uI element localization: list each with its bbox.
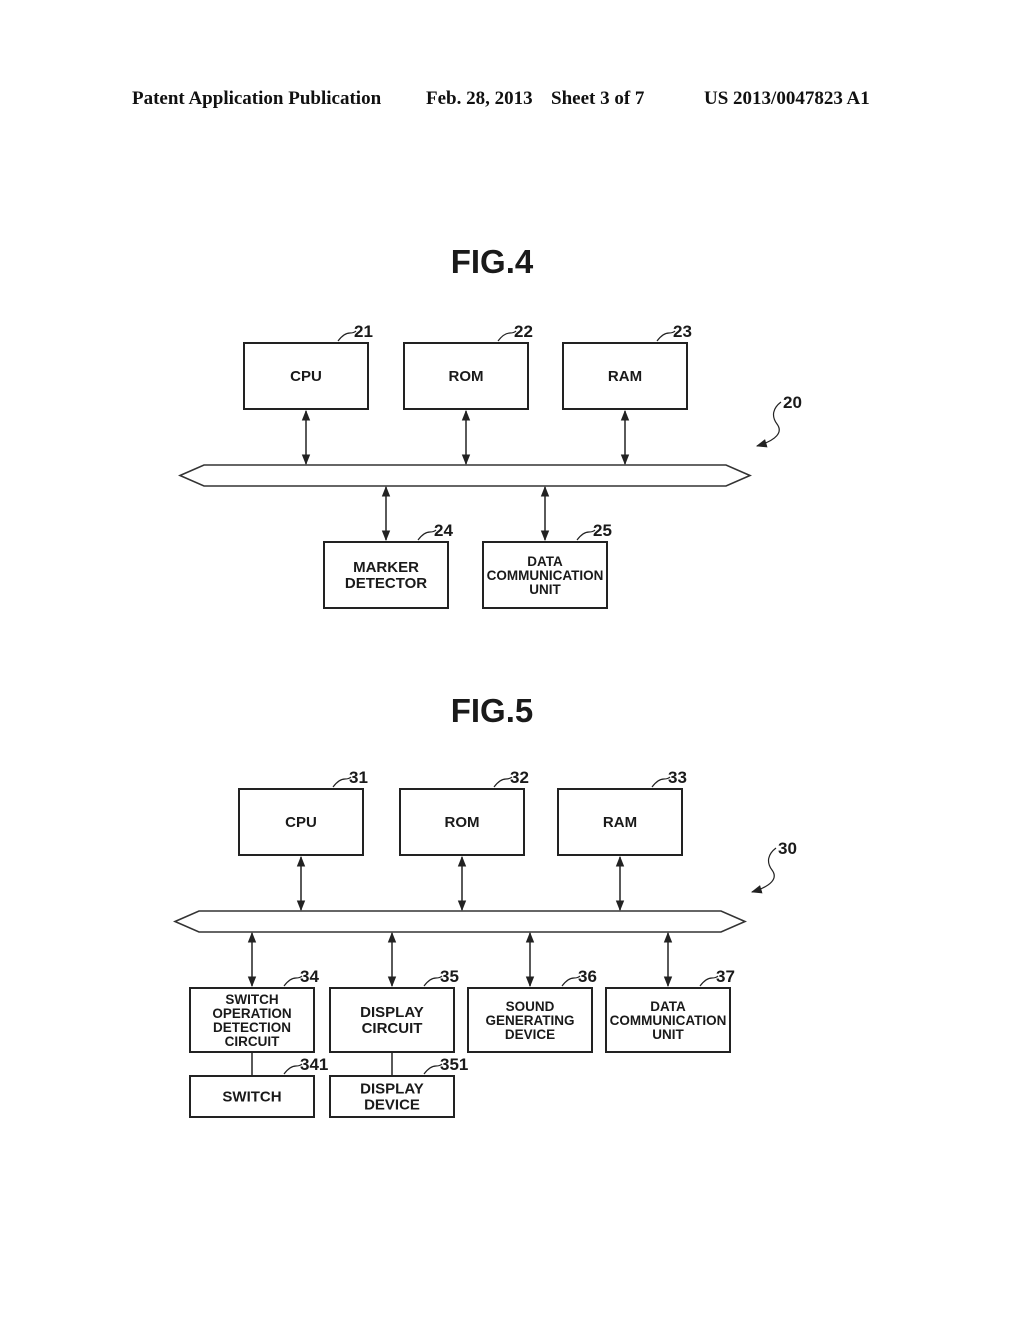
- fig5-system-ref-number: 30: [778, 839, 797, 858]
- fig4-title: FIG.4: [451, 243, 534, 280]
- fig5-block-35-ref-number: 35: [440, 967, 459, 986]
- fig5-block-rom-line: ROM: [445, 814, 480, 831]
- fig5-block-rom: ROM 32: [399, 768, 529, 856]
- fig5-block-341-line: SWITCH: [222, 1089, 281, 1106]
- fig4-block-25-line: DATA: [527, 554, 563, 569]
- fig5-block-351-ref-number: 351: [440, 1055, 468, 1074]
- fig5-block-37-ref-number: 37: [716, 967, 735, 986]
- fig5-block-34-line: CIRCUIT: [225, 1034, 280, 1049]
- fig4-block-25-ref-number: 25: [593, 521, 612, 540]
- fig5-block-ram-line: RAM: [603, 814, 637, 831]
- fig4-block-25-line: COMMUNICATION: [487, 568, 604, 583]
- fig5-block-36-ref-number: 36: [578, 967, 597, 986]
- fig4-block-24-line: DETECTOR: [345, 575, 427, 592]
- fig5-block-35: DISPLAYCIRCUIT 35: [329, 967, 459, 1053]
- fig5-block-34-line: DETECTION: [213, 1020, 291, 1035]
- patent-drawing-sheet: FIG.4 CPU 21 ROM 22 RAM 23 MARKERDETECTOR 24 DATA…: [173, 243, 802, 1118]
- fig5-block-341-ref-number: 341: [300, 1055, 328, 1074]
- fig5-block-351: DISPLAYDEVICE 351: [329, 1055, 468, 1118]
- fig4-block-rom: ROM 22: [403, 322, 533, 410]
- fig5-title: FIG.5: [451, 692, 534, 729]
- fig5-block-cpu-line: CPU: [285, 814, 317, 831]
- fig4-block-cpu-line: CPU: [290, 368, 322, 385]
- fig5-block-34-ref-number: 34: [300, 967, 319, 986]
- fig4-block-25-line: UNIT: [529, 582, 561, 597]
- fig5-block-37: DATACOMMUNICATIONUNIT 37: [605, 967, 735, 1053]
- fig4-system-bus: [178, 464, 752, 487]
- fig4-figure: FIG.4 CPU 21 ROM 22 RAM 23 MARKERDETECTOR 24 DATA…: [178, 243, 802, 609]
- fig5-block-rom-ref-number: 32: [510, 768, 529, 787]
- fig4-block-24-line: MARKER: [353, 559, 419, 576]
- fig5-block-37-line: DATA: [650, 999, 686, 1014]
- fig5-figure: FIG.5CPU31ROM32RAM33SWITCHOPERATIONDETEC…: [173, 692, 797, 1118]
- fig5-block-341: SWITCH 341: [189, 1055, 328, 1118]
- fig5-block-35-line: DISPLAY: [360, 1004, 424, 1021]
- fig5-block-37-line: UNIT: [652, 1027, 684, 1042]
- fig4-block-24: MARKERDETECTOR 24: [323, 521, 453, 609]
- fig4-block-rom-ref-number: 22: [514, 322, 533, 341]
- fig4-block-24-ref-number: 24: [434, 521, 453, 540]
- fig5-block-35-line: CIRCUIT: [362, 1020, 423, 1037]
- fig5-block-cpu-ref-number: 31: [349, 768, 368, 787]
- fig5-system-arrow: [750, 847, 777, 894]
- fig5-block-351-line: DISPLAY: [360, 1081, 424, 1098]
- fig5-block-cpu: CPU 31: [238, 768, 368, 856]
- fig5-block-ram: RAM 33: [557, 768, 687, 856]
- fig4-block-cpu: CPU 21: [243, 322, 373, 410]
- fig4-block-rom-line: ROM: [449, 368, 484, 385]
- fig5-system-bus: [173, 910, 747, 933]
- fig5-block-37-line: COMMUNICATION: [610, 1013, 727, 1028]
- fig5-block-36-line: DEVICE: [505, 1027, 555, 1042]
- fig5-block-36-line: SOUND: [506, 999, 555, 1014]
- fig4-block-25: DATACOMMUNICATIONUNIT 25: [482, 521, 612, 609]
- fig5-block-36: SOUNDGENERATINGDEVICE 36: [467, 967, 597, 1053]
- fig4-system-arrow: [755, 401, 782, 448]
- fig5-block-34: SWITCHOPERATIONDETECTIONCIRCUIT 34: [189, 967, 319, 1053]
- fig5-block-34-line: OPERATION: [212, 1006, 291, 1021]
- fig5-block-34-line: SWITCH: [225, 992, 278, 1007]
- fig5-block-ram-ref-number: 33: [668, 768, 687, 787]
- fig4-system-ref-number: 20: [783, 393, 802, 412]
- fig4-block-cpu-ref-number: 21: [354, 322, 373, 341]
- fig4-block-ram-ref-number: 23: [673, 322, 692, 341]
- fig5-block-36-line: GENERATING: [485, 1013, 574, 1028]
- fig4-block-ram-line: RAM: [608, 368, 642, 385]
- fig5-block-351-line: DEVICE: [364, 1097, 420, 1114]
- fig4-block-ram: RAM 23: [562, 322, 692, 410]
